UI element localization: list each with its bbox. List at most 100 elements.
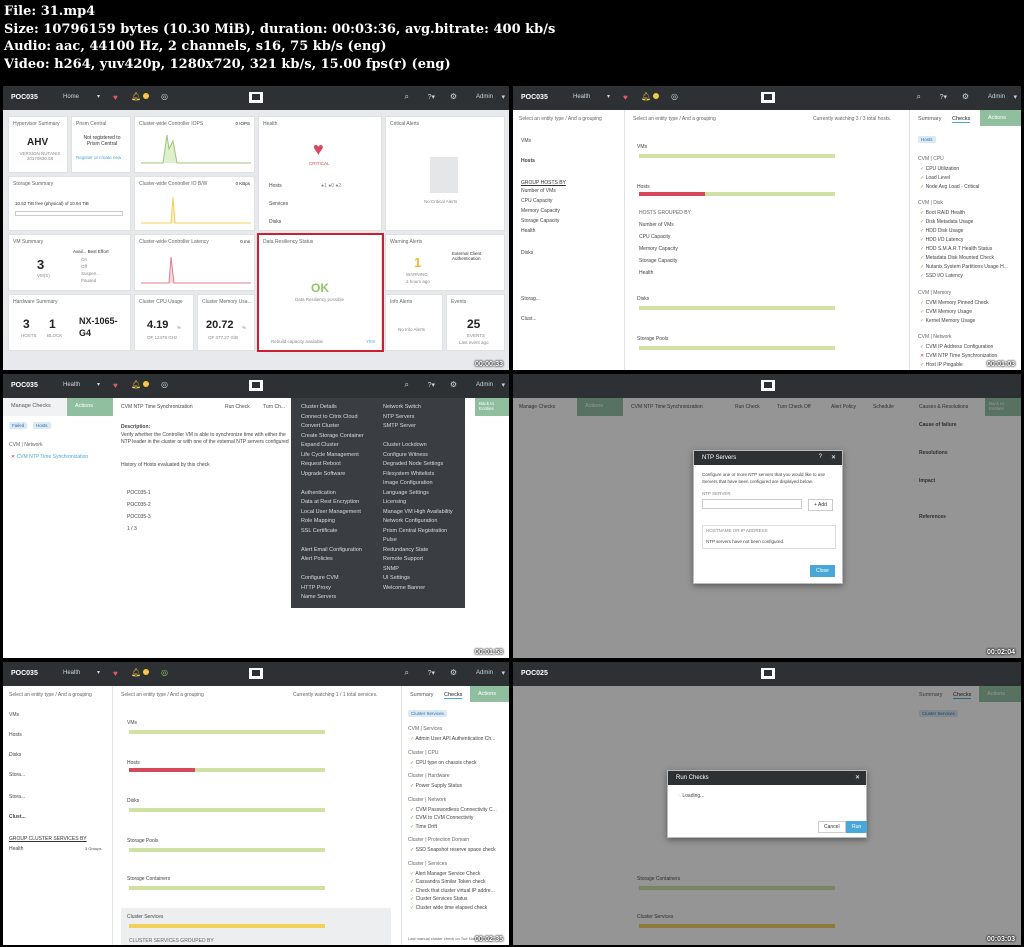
group-item[interactable]: Storage Capacity bbox=[521, 218, 559, 224]
check-item[interactable]: ✓ Cluster Services Status bbox=[410, 896, 468, 902]
filter-pill[interactable]: Hosts bbox=[918, 136, 936, 143]
actions-button[interactable]: Actions bbox=[470, 686, 509, 702]
warning-alerts-widget[interactable]: Warning Alerts 1 WARNING 2 hours ago Ext… bbox=[385, 234, 505, 291]
check-item[interactable]: ✓ Nutanix System Partitions Usage H... bbox=[920, 264, 1008, 270]
health-row-services[interactable]: Services bbox=[269, 201, 288, 207]
entity-cluster[interactable]: Clust... bbox=[521, 316, 537, 322]
gear-icon[interactable]: ⚙ bbox=[450, 380, 457, 389]
user-icon[interactable]: ▾ bbox=[501, 669, 505, 677]
menu-item[interactable]: Degraded Node Settings bbox=[383, 461, 453, 471]
bell-icon[interactable]: 🔔︎ bbox=[641, 92, 651, 101]
search-icon[interactable]: ⌕ bbox=[405, 92, 409, 102]
page-selector[interactable]: Health bbox=[63, 382, 80, 388]
tab-checks[interactable]: Checks bbox=[952, 116, 971, 123]
admin-menu[interactable]: Admin bbox=[476, 94, 493, 100]
menu-item[interactable]: Alert Email Configuration bbox=[301, 547, 364, 557]
bell-icon[interactable]: 🔔︎ bbox=[131, 380, 141, 389]
controller-latency-widget[interactable]: Cluster-wide Controller Latency 0 ms bbox=[134, 234, 255, 291]
health-row-hosts[interactable]: Hosts bbox=[269, 183, 282, 189]
check-item[interactable]: ✓ CVM Passwordless Connectivity C... bbox=[410, 807, 497, 813]
check-item[interactable]: ✕ CVM NTP Time Synchronization bbox=[11, 454, 88, 460]
user-icon[interactable]: ▾ bbox=[501, 93, 505, 101]
group-item[interactable]: Number of VMs bbox=[521, 188, 556, 194]
search-icon[interactable]: ⌕ bbox=[917, 92, 921, 102]
search-icon[interactable]: ⌕ bbox=[405, 668, 409, 678]
chevron-down-icon[interactable]: ▾ bbox=[97, 381, 100, 388]
admin-menu[interactable]: Admin bbox=[476, 670, 493, 676]
ntp-input[interactable] bbox=[702, 499, 802, 509]
check-item[interactable]: ✓ Cassandra Similar Token check bbox=[410, 879, 486, 885]
check-item[interactable]: ✓ Cluster wide time elapsed check bbox=[410, 905, 487, 911]
health-row-disks[interactable]: Disks bbox=[269, 219, 281, 225]
health-heart-icon[interactable]: ♥ bbox=[113, 381, 118, 390]
menu-item[interactable]: NTP Servers bbox=[383, 414, 453, 424]
menu-item[interactable]: Convert Cluster bbox=[301, 423, 364, 433]
warning-text[interactable]: External Client Authentication bbox=[452, 251, 500, 261]
menu-item[interactable]: Create Storage Container bbox=[301, 433, 364, 443]
filter-failed[interactable]: Failed bbox=[9, 422, 28, 429]
menu-item[interactable]: Upgrade Software bbox=[301, 471, 364, 481]
page-selector[interactable]: Health bbox=[63, 670, 80, 676]
entity-disks[interactable]: Disks bbox=[521, 250, 533, 256]
entity-item[interactable]: VMs bbox=[9, 712, 19, 718]
health-widget[interactable]: Health ♥ CRITICAL Hosts Services Disks ●… bbox=[258, 116, 382, 231]
menu-item[interactable]: Local User Management bbox=[301, 509, 364, 519]
entity-item[interactable]: Stora... bbox=[9, 772, 25, 778]
menu-item[interactable]: SSL Certificate bbox=[301, 528, 364, 538]
section-hosts[interactable]: Hosts bbox=[127, 760, 140, 766]
tasks-circle-icon[interactable]: ◎ bbox=[161, 92, 168, 101]
search-icon[interactable]: ⌕ bbox=[405, 380, 409, 390]
actions-button[interactable]: Actions bbox=[67, 398, 113, 416]
menu-item[interactable]: Life Cycle Management bbox=[301, 452, 364, 462]
run-button[interactable]: Run bbox=[846, 821, 868, 833]
menu-item[interactable]: UI Settings bbox=[383, 575, 453, 585]
memory-usage-widget[interactable]: Cluster Memory Usa... 20.72 % OF 377.27 … bbox=[197, 294, 255, 351]
tab-checks[interactable]: Checks bbox=[444, 692, 463, 699]
menu-item[interactable]: Prism Central Registration bbox=[383, 528, 453, 538]
controller-iops-widget[interactable]: Cluster-wide Controller IOPS 0 IOPS bbox=[134, 116, 255, 173]
cluster-name[interactable]: POC035 bbox=[11, 670, 38, 677]
menu-item[interactable]: Redundancy State bbox=[383, 547, 453, 557]
entity-item[interactable]: Hosts bbox=[9, 732, 22, 738]
actions-button[interactable]: Actions bbox=[980, 110, 1021, 126]
admin-menu[interactable]: Admin bbox=[476, 382, 493, 388]
entity-item[interactable]: Disks bbox=[9, 752, 21, 758]
cluster-name[interactable]: POC035 bbox=[521, 94, 548, 101]
check-item[interactable]: ✓ CPU type on chassis check bbox=[410, 760, 476, 766]
close-button[interactable]: Close bbox=[810, 565, 835, 577]
run-check-button[interactable]: Run Check bbox=[225, 404, 250, 410]
chevron-down-icon[interactable]: ▾ bbox=[97, 669, 100, 676]
metric-row[interactable]: CPU Capacity bbox=[639, 234, 670, 240]
health-heart-icon[interactable]: ♥ bbox=[113, 669, 118, 678]
menu-item[interactable]: Alert Policies bbox=[301, 556, 364, 566]
back-to-entities[interactable]: Back to Entities bbox=[475, 398, 509, 416]
close-icon[interactable]: ✕ bbox=[831, 454, 836, 461]
bell-icon[interactable]: 🔔︎ bbox=[131, 668, 141, 677]
cancel-button[interactable]: Cancel bbox=[818, 821, 846, 833]
section-vms[interactable]: VMs bbox=[637, 144, 647, 150]
bell-icon[interactable]: 🔔︎ bbox=[131, 92, 141, 101]
check-item[interactable]: ✓ HDD Disk Usage bbox=[920, 228, 963, 234]
section-vms[interactable]: VMs bbox=[127, 720, 137, 726]
health-heart-icon[interactable]: ♥ bbox=[623, 93, 628, 102]
entity-item[interactable]: Clust... bbox=[9, 814, 26, 820]
check-item[interactable]: ✓ Time Drift bbox=[410, 824, 437, 830]
help-icon[interactable]: ? bbox=[819, 454, 822, 460]
menu-item[interactable]: SMTP Server bbox=[383, 423, 453, 433]
check-item[interactable]: ✓ HDD I/O Latency bbox=[920, 237, 963, 243]
check-item[interactable]: ✓ Alert Manager Service Check bbox=[410, 871, 480, 877]
check-item[interactable]: ✓ Power Supply Status bbox=[410, 783, 462, 789]
vm-summary-widget[interactable]: VM Summary 3 VM(S) Avail... Best Effort … bbox=[8, 234, 131, 291]
check-item[interactable]: ✓ CVM to CVM Connectivity bbox=[410, 815, 473, 821]
section-storage-pools[interactable]: Storage Pools bbox=[127, 838, 158, 844]
user-icon[interactable]: ▾ bbox=[501, 381, 505, 389]
tasks-circle-icon[interactable]: ◎ bbox=[161, 668, 168, 677]
group-item[interactable]: Memory Capacity bbox=[521, 208, 560, 214]
gear-icon[interactable]: ⚙ bbox=[962, 92, 969, 101]
page-selector[interactable]: Home bbox=[63, 94, 79, 100]
menu-item[interactable]: Cluster Lockdown bbox=[383, 442, 453, 452]
check-item[interactable]: ✕ CVM NTP Time Synchronization bbox=[920, 353, 997, 359]
menu-item[interactable]: Image Configuration bbox=[383, 480, 453, 490]
host-row[interactable]: POC035-1 bbox=[127, 490, 151, 496]
hypervisor-summary-widget[interactable]: Hypervisor Summary AHV VERSION NUTANIX 2… bbox=[8, 116, 68, 173]
